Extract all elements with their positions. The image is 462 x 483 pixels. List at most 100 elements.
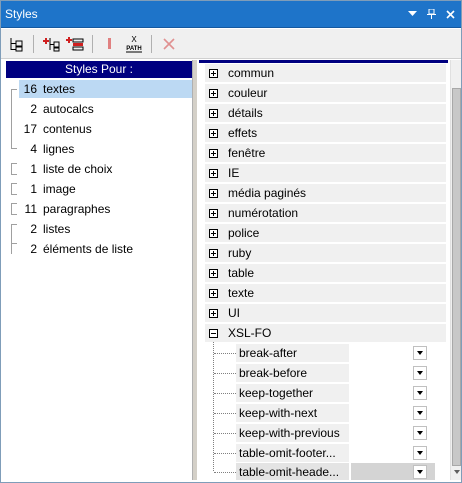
property-value[interactable]: [351, 404, 413, 422]
expand-icon[interactable]: [209, 168, 218, 178]
property-name: table-omit-heade...: [236, 463, 349, 480]
expand-icon[interactable]: [209, 68, 218, 78]
item-label: paragraphes: [43, 202, 111, 216]
list-item-textes[interactable]: 16 textes: [5, 79, 192, 129]
toolbar-separator: [151, 34, 152, 53]
property-keep-together: keep-together: [205, 384, 446, 402]
collapse-icon[interactable]: [209, 328, 218, 338]
item-count: 16: [23, 82, 37, 96]
property-value[interactable]: [351, 344, 413, 362]
item-label: lignes: [43, 142, 75, 156]
list-item-listes[interactable]: 2 listes: [5, 219, 192, 254]
style-properties-pane: commun couleur détails effets fenêtre IE…: [197, 60, 450, 480]
category-xsl-fo[interactable]: XSL-FO: [205, 324, 446, 342]
category-label: XSL-FO: [228, 326, 272, 340]
vertical-scrollbar[interactable]: [450, 60, 461, 480]
expand-icon[interactable]: [209, 228, 218, 238]
category-couleur[interactable]: couleur: [205, 84, 446, 102]
dropdown-arrow-icon[interactable]: [413, 366, 427, 380]
category-fenetre[interactable]: fenêtre: [205, 144, 446, 162]
delete-icon[interactable]: [158, 33, 180, 55]
scrollbar-thumb[interactable]: [452, 88, 461, 466]
expand-icon[interactable]: [209, 188, 218, 198]
add-style-icon[interactable]: [40, 33, 62, 55]
dropdown-arrow-icon[interactable]: [413, 446, 427, 460]
expand-icon[interactable]: [209, 248, 218, 258]
category-police[interactable]: police: [205, 224, 446, 242]
tree-connector: [214, 373, 236, 374]
add-child-style-icon[interactable]: [64, 33, 86, 55]
category-label: effets: [228, 126, 258, 140]
title-bar: Styles: [1, 1, 461, 28]
category-label: IE: [228, 166, 240, 180]
list-item-liste-de-choix[interactable]: 1 liste de choix: [5, 159, 192, 179]
list-item-image[interactable]: 1 image: [5, 179, 192, 199]
category-ruby[interactable]: ruby: [205, 244, 446, 262]
tree-view-icon[interactable]: [5, 33, 27, 55]
category-effets[interactable]: effets: [205, 124, 446, 142]
close-icon[interactable]: [442, 6, 458, 22]
property-value[interactable]: [351, 364, 413, 382]
property-name: break-before: [236, 364, 349, 382]
category-label: ruby: [228, 246, 252, 260]
expand-icon[interactable]: [209, 128, 218, 138]
dropdown-arrow-icon[interactable]: [413, 406, 427, 420]
property-value[interactable]: [351, 444, 413, 462]
important-icon[interactable]: [99, 33, 121, 55]
property-table-omit-footer: table-omit-footer...: [205, 444, 446, 462]
dropdown-arrow-icon[interactable]: [413, 346, 427, 360]
element-type-list: 16 textes 2 autocalcs 17 contenus 4 lign…: [5, 79, 192, 259]
expand-icon[interactable]: [209, 88, 218, 98]
property-name: break-after: [236, 344, 349, 362]
category-label: couleur: [228, 86, 268, 100]
toolbar: X PATH: [1, 29, 461, 59]
category-numerotation[interactable]: numérotation: [205, 204, 446, 222]
property-value[interactable]: [351, 424, 413, 442]
item-count: 1: [30, 162, 37, 176]
dropdown-arrow-icon[interactable]: [413, 426, 427, 440]
category-table[interactable]: table: [205, 264, 446, 282]
scroll-down-icon[interactable]: [451, 466, 462, 478]
expand-icon[interactable]: [209, 308, 218, 318]
item-count: 4: [30, 142, 37, 156]
category-texte[interactable]: texte: [205, 284, 446, 302]
tree-connector: [214, 413, 236, 414]
category-ui[interactable]: UI: [205, 304, 446, 322]
xpath-label: PATH: [126, 46, 141, 52]
list-item-paragraphes[interactable]: 11 paragraphes: [5, 199, 192, 219]
styles-window: Styles X PATH Styles Pour: 16 textes 2 …: [0, 0, 462, 483]
property-name: table-omit-footer...: [236, 444, 349, 462]
category-label: UI: [228, 306, 240, 320]
toolbar-separator: [92, 34, 93, 53]
property-keep-with-previous: keep-with-previous: [205, 424, 446, 442]
list-item-elements-de-liste[interactable]: 2 éléments de liste: [5, 234, 192, 259]
list-item-autocalcs[interactable]: 2 autocalcs: [5, 99, 192, 119]
category-ie[interactable]: IE: [205, 164, 446, 182]
property-value[interactable]: [351, 384, 413, 402]
expand-icon[interactable]: [209, 148, 218, 158]
expand-icon[interactable]: [209, 108, 218, 118]
tree-connector: [214, 453, 236, 454]
expand-icon[interactable]: [209, 208, 218, 218]
category-label: commun: [228, 66, 275, 80]
category-label: fenêtre: [228, 146, 266, 160]
expand-icon[interactable]: [209, 268, 218, 278]
property-name: keep-with-next: [236, 404, 349, 422]
pin-icon[interactable]: [423, 6, 439, 22]
xpath-icon[interactable]: X PATH: [123, 33, 145, 55]
styles-for-pane: Styles Pour : 16 textes 2 autocalcs 17 c…: [5, 60, 192, 480]
property-name: keep-together: [236, 384, 349, 402]
category-label: table: [228, 266, 255, 280]
dropdown-arrow-icon[interactable]: [413, 386, 427, 400]
expand-icon[interactable]: [209, 288, 218, 298]
item-label: contenus: [43, 122, 92, 136]
category-details[interactable]: détails: [205, 104, 446, 122]
window-menu-dropdown-icon[interactable]: [404, 6, 420, 22]
item-label: listes: [43, 222, 71, 236]
item-label: liste de choix: [43, 162, 113, 176]
category-commun[interactable]: commun: [205, 64, 446, 82]
category-media-pagines[interactable]: média paginés: [205, 184, 446, 202]
list-item-contenus[interactable]: 17 contenus: [5, 119, 192, 139]
list-item-lignes[interactable]: 4 lignes: [5, 129, 192, 159]
dropdown-arrow-icon[interactable]: [413, 465, 427, 479]
